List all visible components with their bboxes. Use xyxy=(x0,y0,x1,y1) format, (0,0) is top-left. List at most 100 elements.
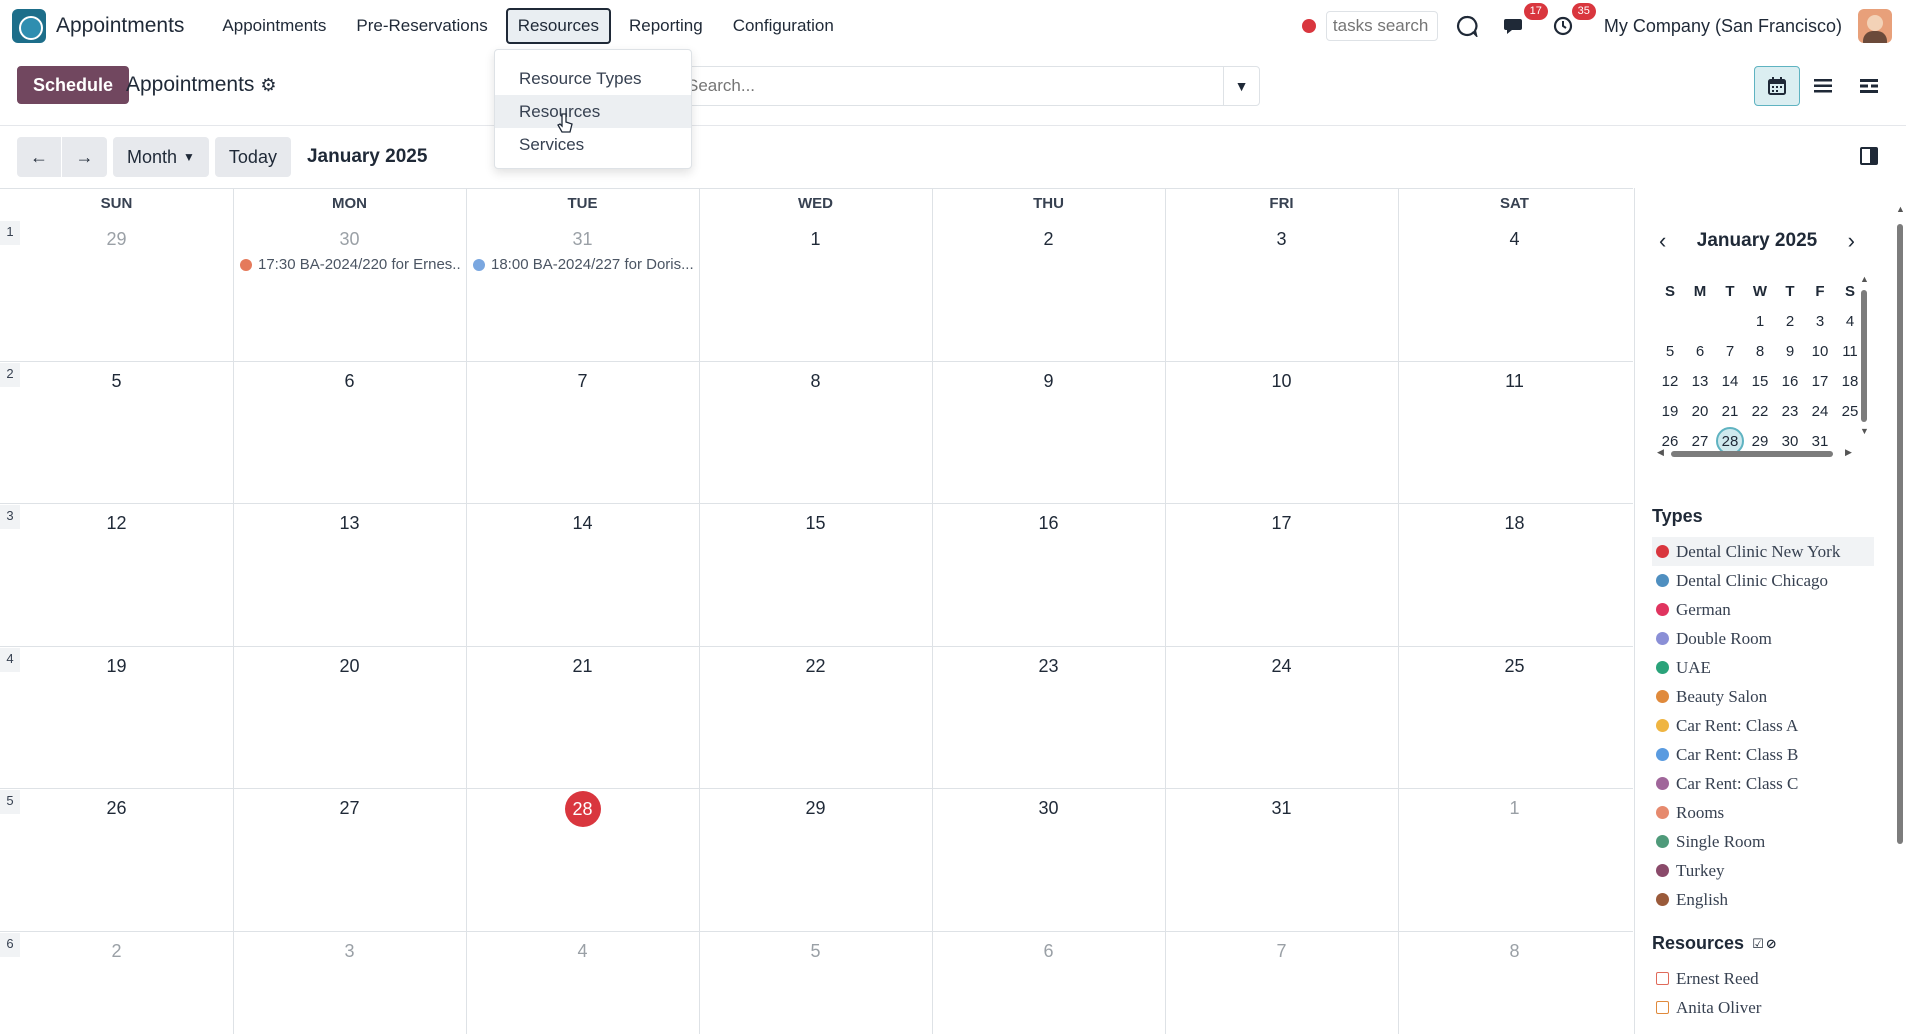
unselect-all-icon[interactable]: ⊘ xyxy=(1766,936,1777,952)
search-input[interactable] xyxy=(681,68,1223,104)
mini-day[interactable]: 23 xyxy=(1775,403,1805,420)
resource-filter-item[interactable]: Ernest Reed xyxy=(1652,964,1874,993)
app-title[interactable]: Appointments xyxy=(56,14,184,38)
sidebar-vertical-scrollbar[interactable]: ▲ xyxy=(1896,204,1905,848)
tasks-search-input[interactable] xyxy=(1325,11,1438,41)
day-cell-number[interactable]: 5 xyxy=(699,941,932,962)
type-filter-item[interactable]: Single Room xyxy=(1652,827,1874,856)
next-period-button[interactable]: → xyxy=(62,137,107,177)
day-cell-number[interactable]: 16 xyxy=(932,513,1165,534)
day-cell-number[interactable]: 6 xyxy=(932,941,1165,962)
today-button[interactable]: Today xyxy=(214,137,291,177)
chevron-right-icon[interactable]: › xyxy=(1848,228,1855,254)
type-filter-item[interactable]: Beauty Salon xyxy=(1652,682,1874,711)
day-cell-number[interactable]: 29 xyxy=(699,798,932,819)
previous-period-button[interactable]: ← xyxy=(17,137,62,177)
day-cell-number[interactable]: 23 xyxy=(932,656,1165,677)
type-filter-item[interactable]: Double Room xyxy=(1652,624,1874,653)
day-cell-number[interactable]: 24 xyxy=(1165,656,1398,677)
day-cell-number[interactable]: 31 xyxy=(1165,798,1398,819)
dropdown-item-resources[interactable]: Resources xyxy=(495,95,691,128)
mini-day[interactable]: 17 xyxy=(1805,373,1835,390)
type-filter-item[interactable]: Turkey xyxy=(1652,856,1874,885)
mini-day[interactable]: 8 xyxy=(1745,343,1775,360)
day-cell-number[interactable]: 1 xyxy=(1398,798,1631,819)
company-switcher[interactable]: My Company (San Francisco) xyxy=(1604,16,1842,37)
day-cell-number[interactable]: 3 xyxy=(1165,229,1398,250)
voip-icon[interactable] xyxy=(1454,13,1480,39)
scroll-up-icon[interactable]: ▲ xyxy=(1860,274,1869,284)
menu-configuration[interactable]: Configuration xyxy=(721,8,846,44)
day-cell-number[interactable]: 5 xyxy=(0,371,233,392)
mini-day[interactable]: 2 xyxy=(1775,313,1805,330)
appointments-app-icon[interactable] xyxy=(12,9,46,43)
mini-day[interactable]: 7 xyxy=(1715,343,1745,360)
gantt-view-icon[interactable] xyxy=(1846,66,1892,106)
mini-day[interactable]: 15 xyxy=(1745,373,1775,390)
scroll-right-icon[interactable]: ▶ xyxy=(1845,447,1852,458)
day-cell-number[interactable]: 30 xyxy=(233,229,466,250)
mini-day[interactable]: 29 xyxy=(1745,433,1775,450)
type-filter-item[interactable]: German xyxy=(1652,595,1874,624)
caret-down-icon[interactable]: ▼ xyxy=(1223,67,1259,105)
day-cell-number[interactable]: 28 xyxy=(466,791,699,827)
chevron-left-icon[interactable]: ‹ xyxy=(1659,228,1666,254)
mini-day[interactable]: 20 xyxy=(1685,403,1715,420)
scroll-left-icon[interactable]: ◀ xyxy=(1657,447,1664,458)
mini-calendar-vertical-scrollbar[interactable]: ▲ ▼ xyxy=(1860,274,1869,438)
resource-filter-item[interactable]: Anita Oliver xyxy=(1652,993,1874,1022)
day-cell-number[interactable]: 7 xyxy=(1165,941,1398,962)
mini-day[interactable]: 3 xyxy=(1805,313,1835,330)
mini-day[interactable]: 24 xyxy=(1805,403,1835,420)
type-filter-item[interactable]: Rooms xyxy=(1652,798,1874,827)
day-cell-number[interactable]: 18 xyxy=(1398,513,1631,534)
day-cell-number[interactable]: 1 xyxy=(699,229,932,250)
day-cell-number[interactable]: 27 xyxy=(233,798,466,819)
mini-day[interactable]: 9 xyxy=(1775,343,1805,360)
dropdown-item-resource-types[interactable]: Resource Types xyxy=(495,62,691,95)
type-filter-item[interactable]: UAE xyxy=(1652,653,1874,682)
type-filter-item[interactable]: Car Rent: Class A xyxy=(1652,711,1874,740)
day-cell-number[interactable]: 2 xyxy=(932,229,1165,250)
menu-pre-reservations[interactable]: Pre-Reservations xyxy=(344,8,499,44)
calendar-event[interactable]: 18:00 BA-2024/227 for Doris... xyxy=(473,256,695,273)
toggle-sidebar-icon[interactable] xyxy=(1860,147,1878,165)
day-cell-number[interactable]: 8 xyxy=(699,371,932,392)
day-cell-number[interactable]: 25 xyxy=(1398,656,1631,677)
day-cell-number[interactable]: 20 xyxy=(233,656,466,677)
mini-day[interactable]: 12 xyxy=(1655,373,1685,390)
day-cell-number[interactable]: 11 xyxy=(1398,371,1631,392)
menu-reporting[interactable]: Reporting xyxy=(617,8,715,44)
activities-clock-icon[interactable]: 35 xyxy=(1550,3,1596,39)
mini-day[interactable]: 21 xyxy=(1715,403,1745,420)
scrollbar-thumb[interactable] xyxy=(1671,451,1833,457)
gear-icon[interactable]: ⚙ xyxy=(260,75,276,96)
mini-day[interactable]: 10 xyxy=(1805,343,1835,360)
list-view-icon[interactable] xyxy=(1800,66,1846,106)
day-cell-number[interactable]: 4 xyxy=(466,941,699,962)
mini-day[interactable]: 19 xyxy=(1655,403,1685,420)
type-filter-item[interactable]: English xyxy=(1652,885,1874,914)
mini-day[interactable]: 27 xyxy=(1685,433,1715,450)
mini-day[interactable]: 13 xyxy=(1685,373,1715,390)
day-cell-number[interactable]: 21 xyxy=(466,656,699,677)
menu-resources[interactable]: Resources xyxy=(505,8,611,44)
mini-day[interactable]: 6 xyxy=(1685,343,1715,360)
mini-day[interactable]: 31 xyxy=(1805,433,1835,450)
record-icon[interactable] xyxy=(1301,19,1316,33)
calendar-event[interactable]: 17:30 BA-2024/220 for Ernes... xyxy=(240,256,462,273)
day-cell-number[interactable]: 10 xyxy=(1165,371,1398,392)
day-cell-number[interactable]: 29 xyxy=(0,229,233,250)
day-cell-number[interactable]: 12 xyxy=(0,513,233,534)
calendar-view-icon[interactable] xyxy=(1754,66,1800,106)
mini-day[interactable]: 30 xyxy=(1775,433,1805,450)
day-cell-number[interactable]: 14 xyxy=(466,513,699,534)
scroll-up-icon[interactable]: ▲ xyxy=(1896,204,1905,214)
day-cell-number[interactable]: 9 xyxy=(932,371,1165,392)
type-filter-item[interactable]: Dental Clinic Chicago xyxy=(1652,566,1874,595)
dropdown-item-services[interactable]: Services xyxy=(495,128,691,161)
day-cell-number[interactable]: 26 xyxy=(0,798,233,819)
scale-dropdown-button[interactable]: Month ▼ xyxy=(113,137,209,177)
day-cell-number[interactable]: 31 xyxy=(466,229,699,250)
mini-day[interactable]: 14 xyxy=(1715,373,1745,390)
